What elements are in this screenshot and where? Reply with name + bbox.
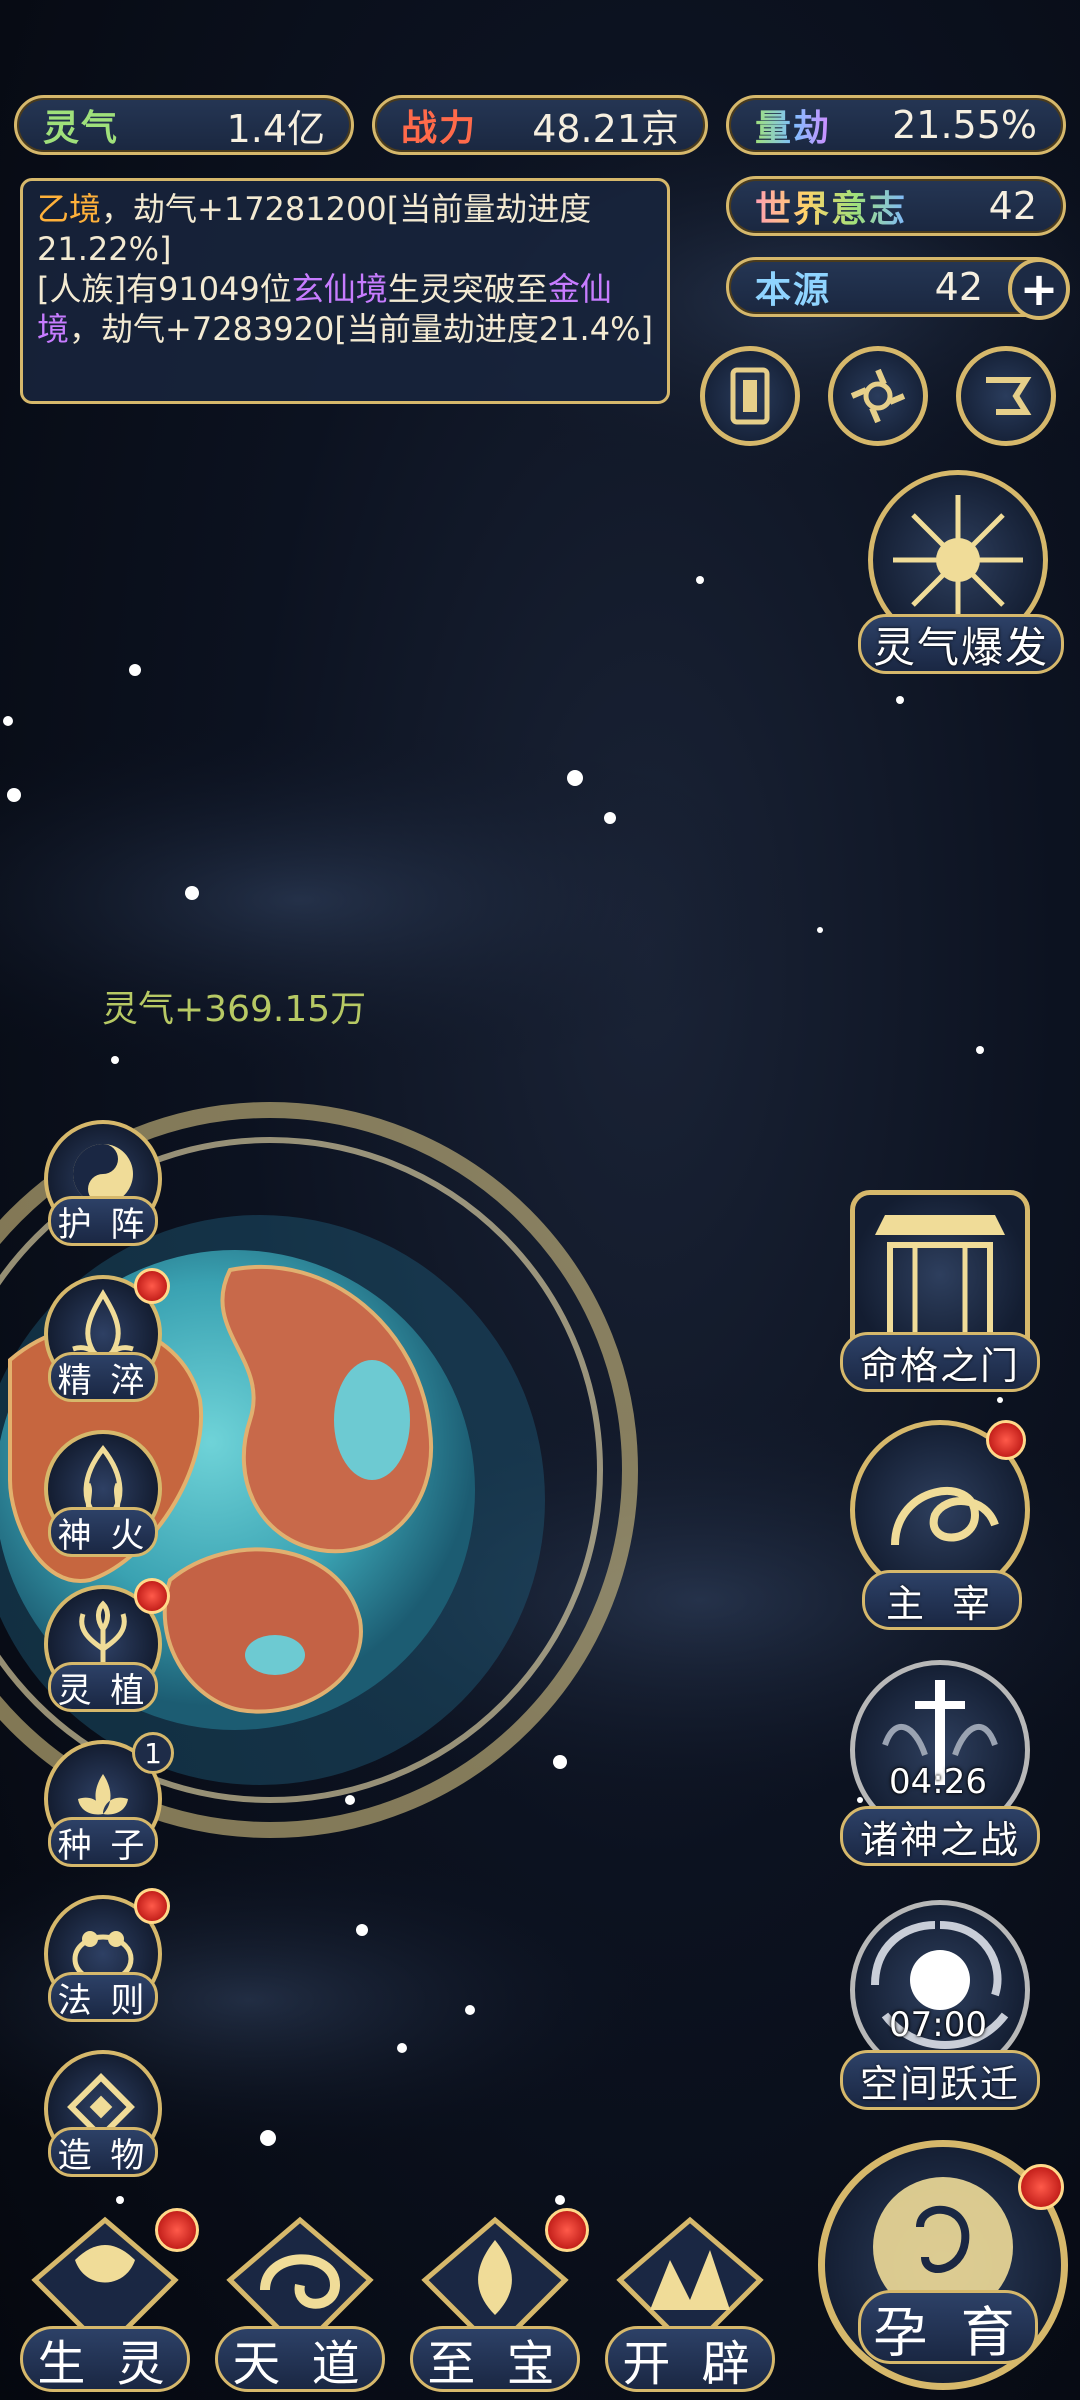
log-realm-name: 乙境 bbox=[37, 190, 102, 228]
seed-count-badge: 1 bbox=[132, 1732, 174, 1774]
creatures-notification-dot bbox=[155, 2208, 199, 2252]
event-log: 乙境，劫气+17281200[当前量劫进度21.22%] [人族]有91049位… bbox=[20, 178, 670, 404]
gate-icon bbox=[875, 1215, 1005, 1338]
genesis-label: 开 辟 bbox=[605, 2326, 775, 2392]
liangjie-value: 21.55% bbox=[892, 103, 1037, 147]
log-line-2: [人族]有91049位玄仙境生灵突破至金仙境，劫气+7283920[当前量劫进度… bbox=[37, 269, 653, 349]
add-benyuan-button[interactable]: + bbox=[1008, 258, 1070, 320]
plus-icon: + bbox=[1019, 262, 1059, 316]
fate-gate-label: 命格之门 bbox=[840, 1332, 1040, 1392]
spirit-plant-label: 灵 植 bbox=[48, 1662, 158, 1712]
ruler-notification-dot bbox=[986, 1420, 1026, 1460]
flag-icon bbox=[986, 377, 1032, 415]
liangjie-stat[interactable]: 量劫 21.55% bbox=[726, 95, 1066, 155]
log-line-1: 乙境，劫气+17281200[当前量劫进度21.22%] bbox=[37, 189, 653, 269]
log-line-1-text: ，劫气+17281200[当前量劫进度21.22%] bbox=[37, 190, 592, 268]
lingqi-gain-text: 灵气+369.15万 bbox=[102, 989, 367, 1030]
zhanli-stat[interactable]: 战力 48.21京 bbox=[372, 95, 708, 155]
law-label: 法 则 bbox=[48, 1972, 158, 2022]
card-icon bbox=[730, 367, 770, 425]
creatures-label: 生 灵 bbox=[20, 2326, 190, 2392]
refine-label: 精 淬 bbox=[48, 1352, 158, 1402]
world-will-stat[interactable]: 世界意志 42 bbox=[726, 176, 1066, 236]
lingqi-label: 灵气 bbox=[43, 108, 120, 149]
card-button[interactable] bbox=[700, 346, 800, 446]
log-line-2-e: ，劫气+7283920[当前量劫进度21.4%] bbox=[69, 310, 653, 348]
world-will-value: 42 bbox=[988, 184, 1037, 228]
log-line-2-realm-from: 玄仙境 bbox=[291, 270, 388, 308]
creation-label: 造 物 bbox=[48, 2127, 158, 2177]
divine-fire-label: 神 火 bbox=[48, 1507, 158, 1557]
seed-count: 1 bbox=[144, 1736, 162, 1770]
world-will-label: 世界意志 bbox=[755, 180, 907, 232]
vortex-icon bbox=[850, 368, 906, 424]
refine-notification-dot bbox=[134, 1268, 170, 1304]
log-line-2-a: [人族]有91049位 bbox=[37, 270, 292, 308]
log-line-2-c: 生灵突破至 bbox=[387, 270, 548, 308]
space-jump-label: 空间跃迁 bbox=[840, 2050, 1040, 2110]
space-jump-timer: 07:00 bbox=[889, 2005, 987, 2045]
treasure-notification-dot bbox=[545, 2208, 589, 2252]
protect-array-label: 护 阵 bbox=[48, 1196, 158, 1246]
liangjie-label: 量劫 bbox=[755, 99, 831, 151]
gods-war-timer: 04:26 bbox=[889, 1762, 987, 1802]
zhanli-value: 48.21京 bbox=[532, 106, 679, 151]
ruler-label: 主 宰 bbox=[862, 1570, 1022, 1630]
lingqi-burst-label: 灵气爆发 bbox=[858, 614, 1064, 674]
nurture-notification-dot bbox=[1018, 2164, 1064, 2210]
law-notification-dot bbox=[134, 1888, 170, 1924]
benyuan-label: 本源 bbox=[755, 270, 832, 311]
zhanli-label: 战力 bbox=[401, 108, 478, 149]
spirit-plant-notification-dot bbox=[134, 1578, 170, 1614]
vortex-button[interactable] bbox=[828, 346, 928, 446]
benyuan-value: 42 bbox=[934, 265, 983, 309]
lingqi-stat[interactable]: 灵气 1.4亿 bbox=[14, 95, 354, 155]
nurture-label: 孕 育 bbox=[858, 2290, 1038, 2364]
lingqi-value: 1.4亿 bbox=[226, 106, 325, 151]
flag-button[interactable] bbox=[956, 346, 1056, 446]
heaven-way-label: 天 道 bbox=[215, 2326, 385, 2392]
gods-war-label: 诸神之战 bbox=[840, 1806, 1040, 1866]
seed-label: 种 子 bbox=[48, 1817, 158, 1867]
treasure-label: 至 宝 bbox=[410, 2326, 580, 2392]
